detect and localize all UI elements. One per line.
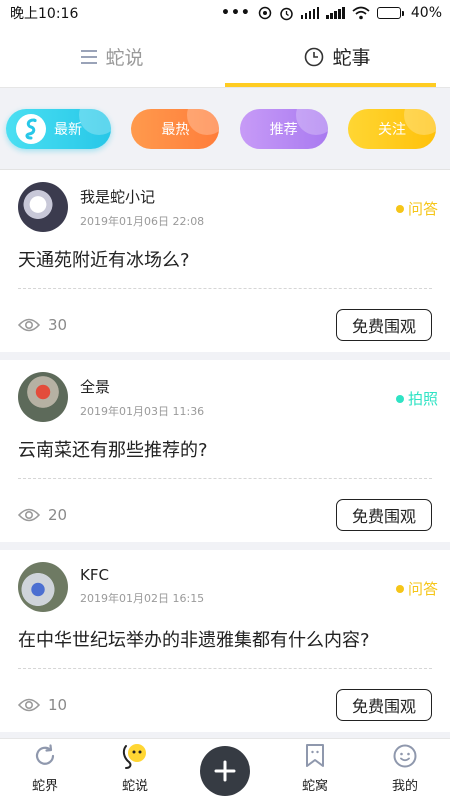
- nav-say[interactable]: 蛇说: [90, 741, 180, 800]
- post-question[interactable]: 云南菜还有那些推荐的?: [18, 436, 432, 462]
- post-question[interactable]: 天通苑附近有冰场么?: [18, 246, 432, 272]
- tab-shuo[interactable]: 蛇说: [0, 26, 225, 87]
- free-watch-button[interactable]: 免费围观: [336, 499, 432, 531]
- eye-icon: [18, 698, 40, 712]
- nav-add: [180, 738, 270, 800]
- tag-dot-icon: [395, 584, 404, 593]
- eye-icon: [18, 508, 40, 522]
- free-watch-button[interactable]: 免费围观: [336, 309, 432, 341]
- clock-icon: [305, 47, 324, 66]
- nav-nest-label: 蛇窝: [301, 779, 328, 794]
- filter-latest-label: 最新: [54, 121, 82, 138]
- nav-world-label: 蛇界: [31, 779, 58, 794]
- top-tabs: 蛇说 蛇事: [0, 26, 450, 88]
- free-watch-button[interactable]: 免费围观: [336, 689, 432, 721]
- post-card[interactable]: KFC 2019年01月02日 16:15 问答 在中华世纪坛举办的非遗雅集都有…: [0, 550, 450, 740]
- nav-nest[interactable]: 蛇窝: [270, 741, 360, 800]
- snake-mascot-icon: [120, 741, 150, 771]
- battery-percent: 40%: [410, 5, 442, 21]
- tab-shuo-label: 蛇说: [105, 47, 144, 69]
- filter-bar: 最新 最热 推荐 关注: [0, 88, 450, 170]
- post-question[interactable]: 在中华世纪坛举办的非遗雅集都有什么内容?: [18, 626, 432, 652]
- more-dots-icon: •••: [221, 5, 251, 21]
- view-count: 30: [18, 316, 67, 334]
- post-time: 2019年01月06日 22:08: [80, 215, 205, 228]
- post-time: 2019年01月02日 16:15: [80, 592, 205, 605]
- author-name[interactable]: 我是蛇小记: [80, 186, 396, 207]
- avatar[interactable]: [18, 562, 68, 612]
- post-card[interactable]: 我是蛇小记 2019年01月06日 22:08 问答 天通苑附近有冰场么? 30…: [0, 170, 450, 360]
- avatar[interactable]: [18, 182, 68, 232]
- filter-follow-button[interactable]: 关注: [347, 108, 436, 149]
- filter-recommend-label: 推荐: [269, 121, 298, 138]
- tab-shi[interactable]: 蛇事: [225, 26, 450, 87]
- filter-hot-label: 最热: [161, 121, 190, 138]
- author-name[interactable]: KFC: [80, 566, 396, 584]
- tag-dot-icon: [395, 394, 404, 403]
- post-time: 2019年01月03日 11:36: [80, 405, 205, 418]
- smile-face-icon: [392, 741, 418, 771]
- divider: [18, 478, 432, 479]
- view-count: 20: [18, 506, 67, 524]
- post-feed: 我是蛇小记 2019年01月06日 22:08 问答 天通苑附近有冰场么? 30…: [0, 170, 450, 740]
- nav-mine[interactable]: 我的: [360, 741, 450, 800]
- eye-icon: [18, 318, 40, 332]
- battery-icon: [376, 7, 404, 19]
- bottom-nav: 蛇界 蛇说 蛇窝 我的: [0, 738, 450, 800]
- status-bar: 晚上10:16 ••• 40%: [0, 0, 450, 26]
- alarm-icon: [280, 7, 293, 20]
- divider: [18, 668, 432, 669]
- signal-icon-2: [326, 7, 345, 19]
- nav-say-label: 蛇说: [121, 779, 148, 794]
- avatar[interactable]: [18, 372, 68, 422]
- status-icons: ••• 40%: [221, 5, 442, 21]
- divider: [18, 288, 432, 289]
- plus-icon: [214, 760, 236, 782]
- filter-latest-button[interactable]: 最新: [6, 108, 111, 149]
- post-card[interactable]: 全景 2019年01月03日 11:36 拍照 云南菜还有那些推荐的? 20 免…: [0, 360, 450, 550]
- category-tag: 拍照: [395, 388, 438, 409]
- filter-hot-button[interactable]: 最热: [131, 108, 220, 149]
- category-tag: 问答: [395, 198, 438, 219]
- wifi-icon: [352, 6, 370, 20]
- hotspot-icon: [258, 6, 272, 20]
- author-name[interactable]: 全景: [80, 376, 396, 397]
- category-tag: 问答: [395, 578, 438, 599]
- nav-world[interactable]: 蛇界: [0, 741, 90, 800]
- add-post-button[interactable]: [200, 746, 250, 796]
- menu-icon: [81, 49, 98, 64]
- nav-mine-label: 我的: [391, 779, 418, 794]
- bookmark-icon: [304, 741, 326, 771]
- snake-logo-icon: [16, 113, 46, 144]
- refresh-icon: [32, 741, 58, 771]
- view-count: 10: [18, 696, 67, 714]
- tag-dot-icon: [395, 204, 404, 213]
- filter-recommend-button[interactable]: 推荐: [239, 108, 328, 149]
- tab-shi-label: 蛇事: [332, 47, 371, 69]
- filter-follow-label: 关注: [377, 121, 406, 138]
- signal-icon-1: [300, 7, 320, 19]
- status-time: 晚上10:16: [10, 6, 79, 22]
